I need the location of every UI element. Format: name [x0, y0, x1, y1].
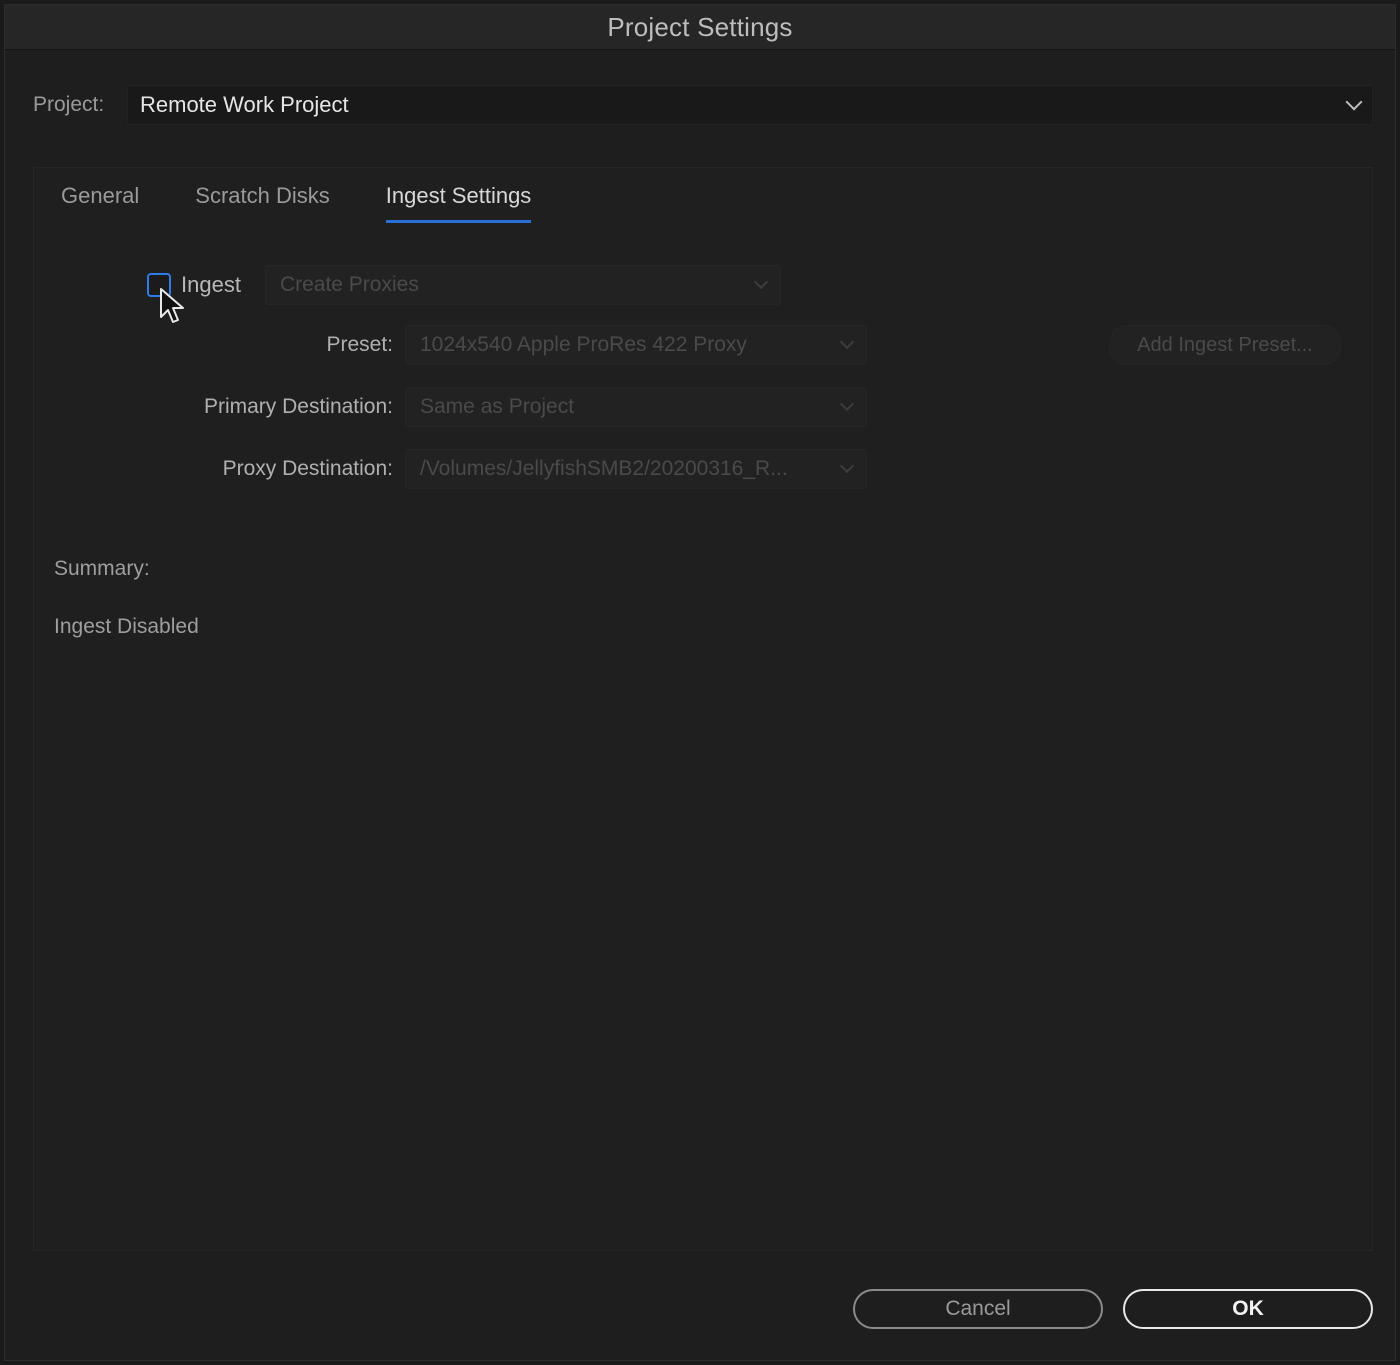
ingest-mode-dropdown[interactable]: Create Proxies	[264, 265, 781, 305]
tab-general[interactable]: General	[61, 183, 139, 223]
primary-destination-label: Primary Destination:	[203, 395, 393, 418]
preset-dropdown[interactable]: 1024x540 Apple ProRes 422 Proxy	[405, 325, 867, 365]
ingest-row: Ingest Create Proxies	[147, 263, 781, 307]
project-row: Project: Remote Work Project	[33, 83, 1373, 127]
ingest-checkbox-label: Ingest	[181, 272, 241, 297]
cancel-button[interactable]: Cancel	[853, 1289, 1103, 1329]
chevron-down-icon	[753, 274, 769, 290]
chevron-down-icon	[1345, 93, 1363, 111]
ok-button[interactable]: OK	[1123, 1289, 1373, 1329]
proxy-destination-value: /Volumes/JellyfishSMB2/20200316_R...	[420, 457, 788, 480]
primary-destination-row: Primary Destination: Same as Project	[153, 385, 867, 429]
ingest-mode-value: Create Proxies	[279, 273, 419, 296]
preset-label: Preset:	[326, 333, 393, 356]
tab-bar: General Scratch Disks Ingest Settings	[61, 183, 532, 223]
proxy-destination-row: Proxy Destination: /Volumes/JellyfishSMB…	[153, 447, 867, 491]
title-bar: Project Settings	[5, 5, 1395, 50]
proxy-destination-dropdown[interactable]: /Volumes/JellyfishSMB2/20200316_R...	[405, 449, 867, 489]
add-ingest-preset-button[interactable]: Add Ingest Preset...	[1109, 325, 1341, 365]
chevron-down-icon	[839, 396, 855, 412]
chevron-down-icon	[839, 458, 855, 474]
preset-value: 1024x540 Apple ProRes 422 Proxy	[420, 333, 747, 356]
project-select-value: Remote Work Project	[140, 92, 349, 117]
project-settings-dialog: Project Settings Project: Remote Work Pr…	[4, 4, 1396, 1361]
tab-scratch-disks[interactable]: Scratch Disks	[195, 183, 329, 223]
dialog-title: Project Settings	[607, 11, 793, 42]
chevron-down-icon	[839, 334, 855, 350]
summary-text: Ingest Disabled	[54, 615, 199, 638]
proxy-destination-label: Proxy Destination:	[222, 457, 393, 480]
project-label: Project:	[33, 93, 105, 116]
primary-destination-dropdown[interactable]: Same as Project	[405, 387, 867, 427]
project-select[interactable]: Remote Work Project	[127, 85, 1373, 125]
preset-row: Preset: 1024x540 Apple ProRes 422 Proxy	[153, 323, 867, 367]
mouse-pointer-icon	[160, 288, 184, 323]
primary-destination-value: Same as Project	[420, 395, 575, 418]
summary-label: Summary:	[54, 557, 150, 580]
tab-ingest-settings[interactable]: Ingest Settings	[385, 183, 532, 223]
